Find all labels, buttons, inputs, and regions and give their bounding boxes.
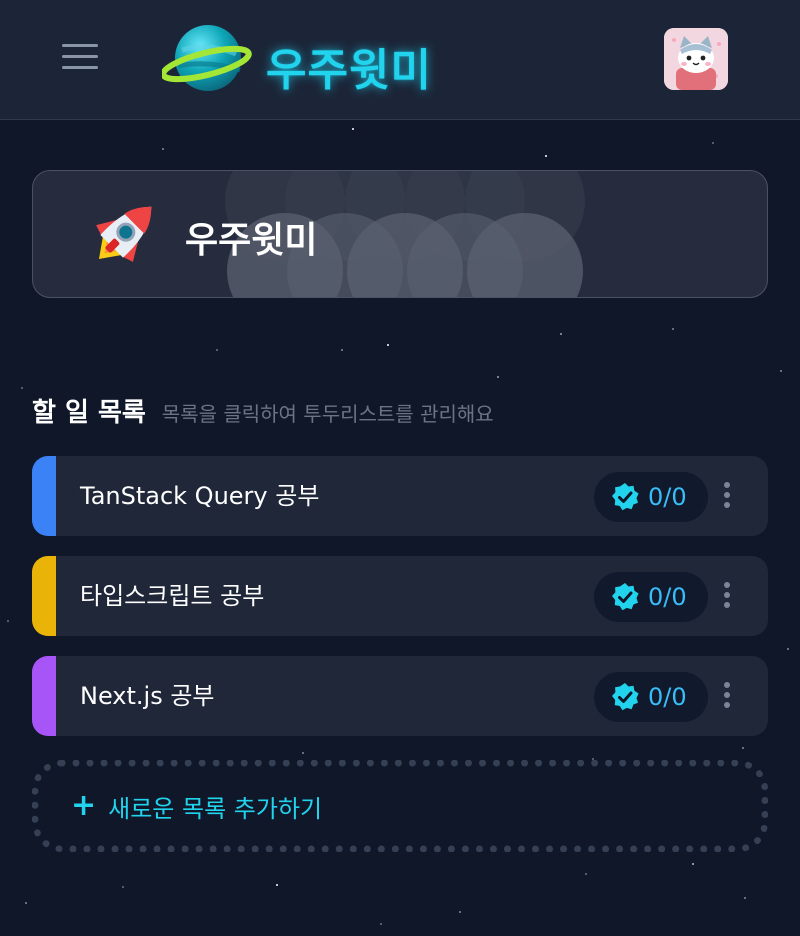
section-subtitle: 목록을 클릭하여 투두리스트를 관리해요: [161, 402, 494, 426]
plus-icon: +: [71, 788, 97, 823]
more-options-icon[interactable]: [720, 482, 732, 510]
progress-badge: 0/0: [594, 572, 708, 622]
todo-list-item[interactable]: TanStack Query 공부 0/0: [32, 456, 768, 536]
app-logo[interactable]: 우주윗미: [162, 20, 462, 100]
verified-check-icon: [612, 483, 639, 511]
progress-badge: 0/0: [594, 672, 708, 722]
banner-title: 우주윗미: [185, 220, 318, 261]
hamburger-icon[interactable]: [62, 44, 98, 70]
add-list-label: 새로운 목록 추가하기: [108, 794, 323, 823]
saturn-planet-icon: [162, 25, 252, 91]
progress-count: 0/0: [648, 583, 687, 611]
app-header: 우주윗미: [0, 0, 800, 120]
progress-badge: 0/0: [594, 472, 708, 522]
list-name: Next.js 공부: [80, 682, 215, 710]
section-title: 할 일 목록: [32, 398, 146, 428]
progress-count: 0/0: [648, 683, 687, 711]
rocket-icon: [96, 206, 152, 262]
section-header: 할 일 목록 목록을 클릭하여 투두리스트를 관리해요: [32, 392, 494, 436]
app-banner: 우주윗미: [32, 170, 768, 298]
todo-list-item[interactable]: Next.js 공부 0/0: [32, 656, 768, 736]
list-color-bar: [32, 456, 56, 536]
progress-count: 0/0: [648, 483, 687, 511]
list-color-bar: [32, 656, 56, 736]
cat-avatar-icon[interactable]: [664, 28, 728, 90]
more-options-icon[interactable]: [720, 582, 732, 610]
list-name: TanStack Query 공부: [80, 482, 320, 510]
todo-list-item[interactable]: 타입스크립트 공부 0/0: [32, 556, 768, 636]
verified-check-icon: [612, 683, 639, 711]
verified-check-icon: [612, 583, 639, 611]
list-name: 타입스크립트 공부: [80, 582, 265, 610]
list-color-bar: [32, 556, 56, 636]
logo-text: 우주윗미: [266, 45, 432, 96]
add-list-button[interactable]: + 새로운 목록 추가하기: [32, 760, 768, 852]
more-options-icon[interactable]: [720, 682, 732, 710]
